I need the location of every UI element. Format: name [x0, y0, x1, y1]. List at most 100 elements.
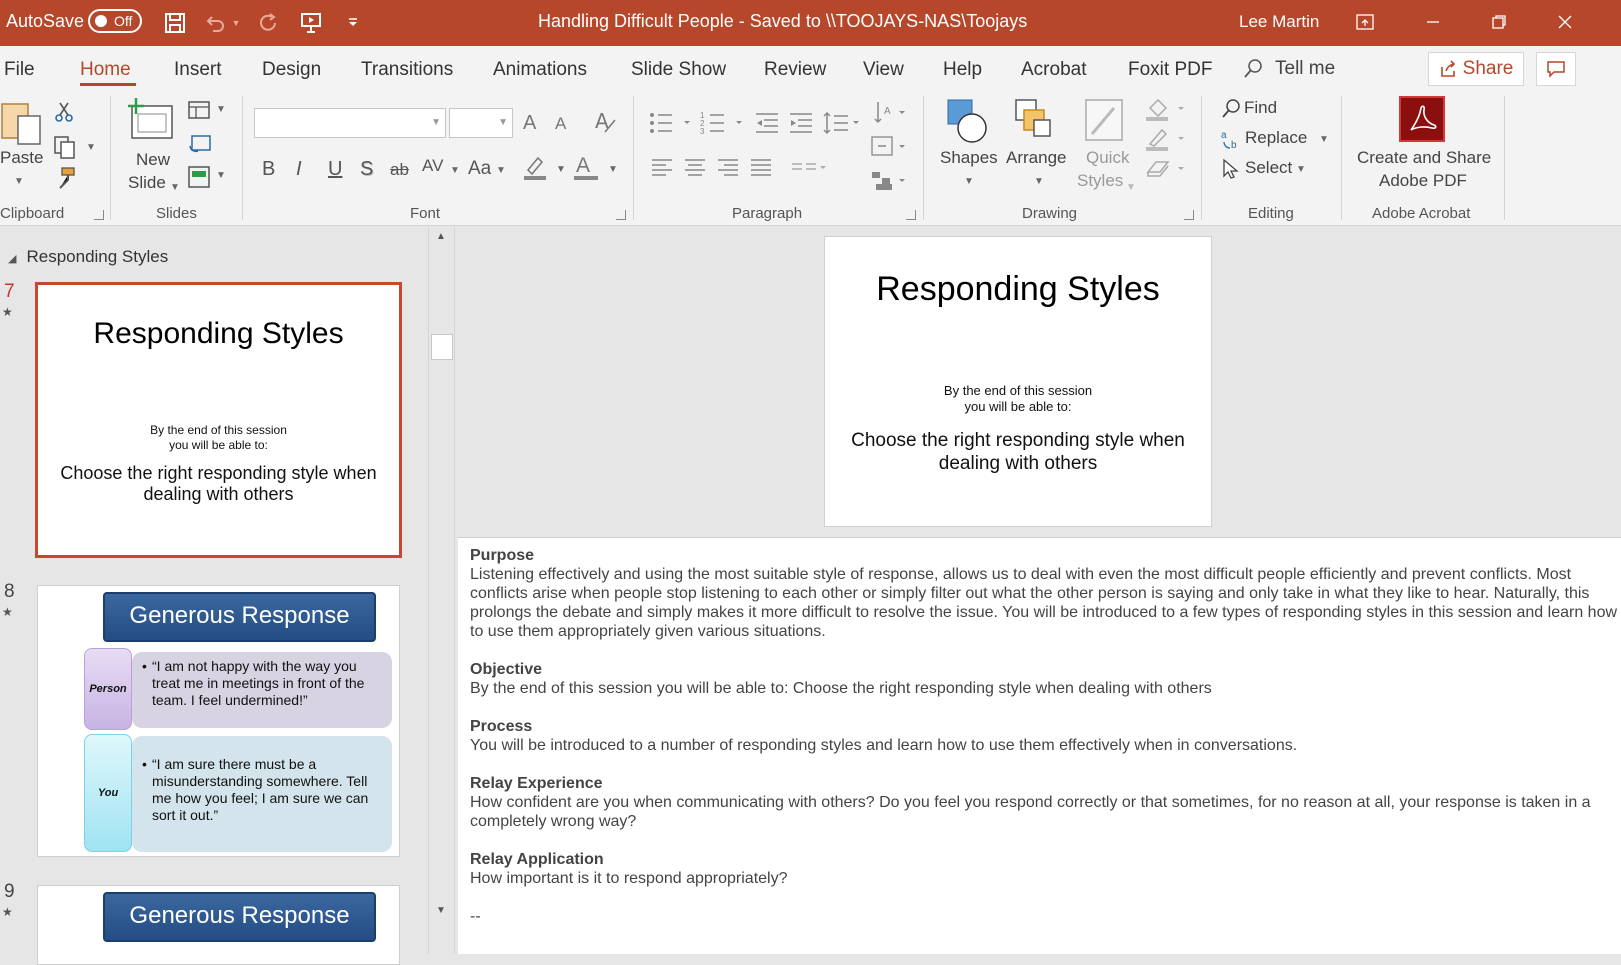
minimize-icon[interactable] [1416, 7, 1450, 37]
shape-effects-icon[interactable] [1144, 156, 1190, 187]
paragraph-launcher-icon[interactable] [906, 210, 916, 220]
font-group-label: Font [410, 205, 441, 222]
tab-transitions[interactable]: Transitions [361, 59, 453, 81]
new-slide-button[interactable]: New Slide ▼ [126, 98, 182, 198]
section-header[interactable]: ◢ Responding Styles [8, 247, 168, 267]
save-icon[interactable] [160, 8, 190, 38]
copy-icon[interactable]: ▼ [52, 134, 96, 165]
font-name-dropdown-icon: ▼ [431, 117, 441, 128]
person-label: Person [84, 648, 132, 730]
reset-slide-icon[interactable] [188, 134, 212, 159]
user-name[interactable]: Lee Martin [1239, 12, 1319, 32]
group-separator [923, 96, 924, 220]
collapse-section-icon[interactable]: ◢ [8, 253, 16, 265]
tab-design[interactable]: Design [262, 59, 321, 81]
tab-foxit-pdf[interactable]: Foxit PDF [1128, 59, 1212, 81]
tab-insert[interactable]: Insert [174, 59, 222, 81]
shapes-button[interactable]: Shapes ▼ [938, 96, 998, 196]
thumbnail-scrollbar[interactable]: ▲ ▼ [428, 227, 455, 954]
slide-subtitle-2[interactable]: you will be able to: [825, 399, 1211, 414]
replace-label: Replace [1245, 128, 1308, 147]
tab-animations[interactable]: Animations [493, 59, 587, 81]
slide-number: 9 [4, 881, 15, 902]
ribbon-display-options-icon[interactable] [1348, 7, 1382, 37]
slide-thumbnail-7[interactable]: Responding Styles By the end of this ses… [35, 282, 402, 558]
tab-home[interactable]: Home [80, 59, 131, 81]
font-launcher-icon[interactable] [616, 210, 626, 220]
drawing-launcher-icon[interactable] [1184, 210, 1194, 220]
numbering-icon[interactable]: 123 [700, 110, 746, 141]
line-spacing-icon[interactable] [822, 110, 862, 141]
you-quote: • “I am sure there must be a misunderstan… [132, 736, 392, 852]
comments-button[interactable] [1536, 52, 1576, 86]
arrange-button[interactable]: Arrange ▼ [1006, 96, 1072, 196]
scroll-up-icon[interactable]: ▲ [436, 231, 446, 242]
replace-button[interactable]: ab Replace ▼ [1220, 126, 1330, 150]
clipboard-launcher-icon[interactable] [94, 210, 104, 220]
align-center-icon[interactable] [683, 156, 707, 185]
create-share-adobe-pdf-button[interactable]: Create and Share Adobe PDF [1352, 96, 1492, 196]
shrink-font-icon[interactable]: A [555, 114, 566, 134]
select-button[interactable]: Select ▼ [1220, 156, 1310, 180]
tab-view[interactable]: View [863, 59, 904, 81]
paste-label: Paste [0, 148, 44, 167]
decrease-indent-icon[interactable] [754, 110, 780, 141]
font-size-combo[interactable]: ▼ [449, 108, 513, 138]
tab-slide-show[interactable]: Slide Show [631, 59, 726, 81]
slide-body-1[interactable]: Choose the right responding style when [825, 430, 1211, 452]
increase-indent-icon[interactable] [788, 110, 814, 141]
main-slide-canvas[interactable]: Responding Styles By the end of this ses… [824, 236, 1212, 527]
redo-icon[interactable] [254, 8, 284, 38]
underline-button[interactable]: U [328, 158, 342, 181]
tab-review[interactable]: Review [764, 59, 826, 81]
align-right-icon[interactable] [716, 156, 740, 185]
align-text-icon[interactable] [870, 134, 908, 165]
highlight-color-icon[interactable]: ▼ [522, 154, 566, 187]
character-spacing-button[interactable]: AV [422, 156, 443, 176]
text-direction-icon[interactable]: A [872, 100, 908, 131]
bold-button[interactable]: B [262, 158, 275, 181]
shape-fill-icon[interactable] [1144, 96, 1190, 127]
tab-acrobat[interactable]: Acrobat [1021, 59, 1086, 81]
quick-styles-button[interactable]: Quick Styles ▼ [1076, 96, 1142, 196]
section-icon[interactable]: ▼ [188, 166, 226, 193]
strikethrough-button[interactable]: ab [390, 160, 409, 180]
clear-formatting-icon[interactable]: A [593, 109, 619, 141]
share-button[interactable]: Share [1428, 52, 1524, 86]
cut-icon[interactable] [52, 100, 76, 129]
restore-icon[interactable] [1482, 7, 1516, 37]
align-left-icon[interactable] [650, 156, 674, 185]
share-label: Share [1462, 58, 1514, 79]
customize-qat-icon[interactable] [338, 8, 368, 38]
close-icon[interactable] [1548, 7, 1582, 37]
slide-subtitle-1[interactable]: By the end of this session [825, 383, 1211, 398]
slide-thumbnail-8[interactable]: Generous Response Person • “I am not happ… [37, 585, 400, 857]
format-painter-icon[interactable] [52, 166, 78, 197]
tab-help[interactable]: Help [943, 59, 982, 81]
copy-dropdown-icon: ▼ [86, 142, 96, 153]
smartart-icon[interactable] [870, 168, 908, 199]
speaker-notes-pane[interactable]: Purpose Listening effectively and using … [458, 537, 1621, 954]
justify-icon[interactable] [749, 156, 773, 185]
paste-button[interactable]: Paste ▼ [0, 98, 44, 187]
font-name-combo[interactable]: ▼ [254, 108, 446, 138]
italic-button[interactable]: I [296, 158, 302, 181]
layout-icon[interactable]: ▼ [188, 100, 226, 125]
shape-outline-icon[interactable] [1144, 126, 1190, 157]
slide-title[interactable]: Responding Styles [825, 270, 1211, 309]
change-case-button[interactable]: Aa [468, 158, 491, 180]
grow-font-icon[interactable]: A [523, 112, 536, 135]
bullets-icon[interactable] [648, 110, 694, 141]
undo-dropdown-icon[interactable]: ▼ [226, 8, 246, 38]
find-button[interactable]: Find [1220, 96, 1300, 120]
autosave-toggle[interactable]: Off [88, 9, 142, 33]
group-separator [633, 96, 634, 220]
slide-body-2[interactable]: dealing with others [825, 453, 1211, 475]
tab-file[interactable]: File [4, 59, 35, 81]
slide-thumbnail-9[interactable]: Generous Response [37, 885, 400, 965]
scroll-down-icon[interactable]: ▼ [436, 905, 446, 916]
columns-icon[interactable] [790, 156, 830, 185]
shadow-button[interactable]: S [360, 158, 373, 181]
present-icon[interactable] [296, 8, 326, 38]
scrollbar-thumb[interactable] [431, 334, 453, 360]
